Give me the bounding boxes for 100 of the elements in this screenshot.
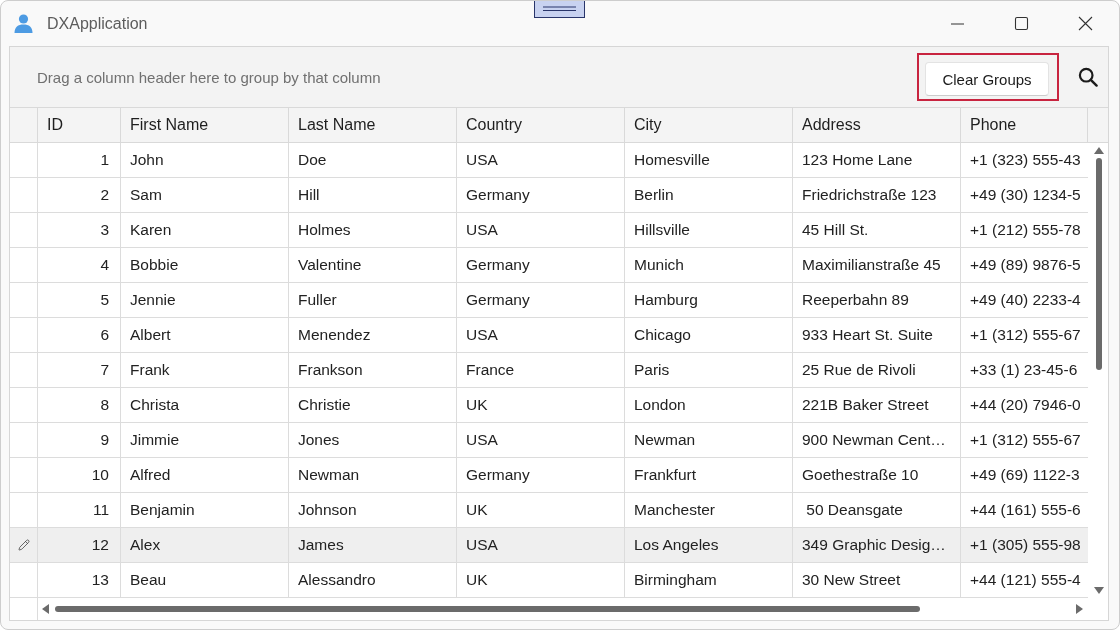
table-cell: 349 Graphic Desig… bbox=[793, 528, 961, 562]
table-cell: 3 bbox=[38, 213, 121, 247]
table-row[interactable]: 3 Karen Holmes USA Hillsville 45 Hill St. +1 (212) 555-78 bbox=[10, 213, 1088, 248]
table-cell: Christie bbox=[289, 388, 457, 422]
table-cell: Newman bbox=[289, 458, 457, 492]
table-row[interactable]: 10 Alfred Newman Germany Frankfurt Goethestraße 10 +49 (69) 1122-3 bbox=[10, 458, 1088, 493]
table-cell: UK bbox=[457, 388, 625, 422]
table-cell: Sam bbox=[121, 178, 289, 212]
scrollbar-thumb[interactable] bbox=[55, 606, 920, 612]
table-cell: 6 bbox=[38, 318, 121, 352]
maximize-icon bbox=[1013, 16, 1029, 31]
table-cell: Christa bbox=[121, 388, 289, 422]
close-icon bbox=[1077, 16, 1093, 31]
table-cell: Alessandro bbox=[289, 563, 457, 597]
column-header[interactable]: Address bbox=[793, 108, 961, 142]
table-row[interactable]: 6 Albert Menendez USA Chicago 933 Heart St. Suite +1 (312) 555-67 bbox=[10, 318, 1088, 353]
table-cell: London bbox=[625, 388, 793, 422]
table-cell: James bbox=[289, 528, 457, 562]
table-cell: Homesville bbox=[625, 143, 793, 177]
column-header[interactable]: City bbox=[625, 108, 793, 142]
table-cell: Frank bbox=[121, 353, 289, 387]
table-cell: Hill bbox=[289, 178, 457, 212]
table-cell: Hillsville bbox=[625, 213, 793, 247]
table-cell-text: +49 (40) 2233-4 bbox=[969, 290, 1082, 310]
table-row[interactable]: 4 Bobbie Valentine Germany Munich Maximilianstraße 45 +49 (89) 9876-5 bbox=[10, 248, 1088, 283]
table-cell: Goethestraße 10 bbox=[793, 458, 961, 492]
table-cell: Jimmie bbox=[121, 423, 289, 457]
table-cell: 7 bbox=[38, 353, 121, 387]
table-cell: Hamburg bbox=[625, 283, 793, 317]
table-cell-text: +44 (161) 555-6 bbox=[969, 500, 1082, 520]
table-cell: 10 bbox=[38, 458, 121, 492]
table-cell-text: +1 (323) 555-43 bbox=[969, 150, 1082, 170]
column-header[interactable]: First Name bbox=[121, 108, 289, 142]
table-cell: Holmes bbox=[289, 213, 457, 247]
table-cell: Maximilianstraße 45 bbox=[793, 248, 961, 282]
person-icon bbox=[14, 14, 33, 33]
table-cell-text: +49 (69) 1122-3 bbox=[969, 465, 1081, 485]
table-cell: Germany bbox=[457, 178, 625, 212]
scroll-left-arrow-icon[interactable] bbox=[42, 604, 49, 614]
table-cell: Paris bbox=[625, 353, 793, 387]
table-cell: Karen bbox=[121, 213, 289, 247]
group-panel-hint: Drag a column header here to group by that column bbox=[37, 68, 381, 86]
table-cell-text: +1 (212) 555-78 bbox=[969, 220, 1082, 240]
table-cell-text: +44 (20) 7946-0 bbox=[969, 395, 1082, 415]
table-cell-text: +1 (305) 555-98 bbox=[969, 535, 1082, 555]
table-cell: Friedrichstraße 123 bbox=[793, 178, 961, 212]
table-cell: Birmingham bbox=[625, 563, 793, 597]
table-cell: Albert bbox=[121, 318, 289, 352]
table-row[interactable]: 1 John Doe USA Homesville 123 Home Lane +1 (323) 555-43 bbox=[10, 143, 1088, 178]
search-icon bbox=[1078, 67, 1098, 87]
pencil-icon bbox=[17, 539, 30, 551]
table-cell: Jones bbox=[289, 423, 457, 457]
table-cell: Frankson bbox=[289, 353, 457, 387]
grip-handle-icon[interactable] bbox=[534, 1, 585, 18]
table-cell: Berlin bbox=[625, 178, 793, 212]
table-cell: USA bbox=[457, 213, 625, 247]
scroll-right-arrow-icon[interactable] bbox=[1076, 604, 1083, 614]
table-cell: UK bbox=[457, 563, 625, 597]
table-cell-text: +49 (30) 1234-5 bbox=[969, 185, 1082, 205]
table-cell: 4 bbox=[38, 248, 121, 282]
table-cell: Johnson bbox=[289, 493, 457, 527]
table-row[interactable]: 8 Christa Christie UK London 221B Baker Street +44 (20) 7946-0 bbox=[10, 388, 1088, 423]
table-cell: 1 bbox=[38, 143, 121, 177]
table-row[interactable]: 7 Frank Frankson France Paris 25 Rue de Rivoli +33 (1) 23-45-6 bbox=[10, 353, 1088, 388]
table-cell: Fuller bbox=[289, 283, 457, 317]
search-button[interactable] bbox=[1078, 67, 1098, 87]
scrollbar-thumb[interactable] bbox=[1096, 158, 1102, 370]
table-cell: 11 bbox=[38, 493, 121, 527]
table-cell-text: +1 (312) 555-67 bbox=[969, 430, 1082, 450]
column-header[interactable]: ID bbox=[38, 108, 121, 142]
table-cell: 933 Heart St. Suite bbox=[793, 318, 961, 352]
table-cell: 25 Rue de Rivoli bbox=[793, 353, 961, 387]
scroll-up-arrow-icon[interactable] bbox=[1094, 147, 1104, 154]
column-header[interactable]: Last Name bbox=[289, 108, 457, 142]
table-row[interactable]: 5 Jennie Fuller Germany Hamburg Reeperbahn 89 +49 (40) 2233-4 bbox=[10, 283, 1088, 318]
table-cell: Alfred bbox=[121, 458, 289, 492]
table-cell: 900 Newman Cent… bbox=[793, 423, 961, 457]
scroll-down-arrow-icon[interactable] bbox=[1094, 587, 1104, 594]
table-cell: 12 bbox=[38, 528, 121, 562]
table-cell: 5 bbox=[38, 283, 121, 317]
table-cell: Valentine bbox=[289, 248, 457, 282]
table-cell: USA bbox=[457, 528, 625, 562]
column-header[interactable]: Phone bbox=[961, 108, 1088, 142]
table-cell: Alex bbox=[121, 528, 289, 562]
table-cell: 13 bbox=[38, 563, 121, 597]
table-cell: Doe bbox=[289, 143, 457, 177]
table-row[interactable]: 9 Jimmie Jones USA Newman 900 Newman Cent… +1 (312) 555-67 bbox=[10, 423, 1088, 458]
table-cell: USA bbox=[457, 318, 625, 352]
table-row[interactable]: 2 Sam Hill Germany Berlin Friedrichstraße 123 +49 (30) 1234-5 bbox=[10, 178, 1088, 213]
table-cell: Newman bbox=[625, 423, 793, 457]
table-cell: Chicago bbox=[625, 318, 793, 352]
table-cell: 30 New Street bbox=[793, 563, 961, 597]
column-header[interactable]: Country bbox=[457, 108, 625, 142]
table-row[interactable]: 13 Beau Alessandro UK Birmingham 30 New Street +44 (121) 555-4 bbox=[10, 563, 1088, 598]
table-row[interactable]: 11 Benjamin Johnson UK Manchester 50 Deansgate +44 (161) 555-6 bbox=[10, 493, 1088, 528]
table-cell: Reeperbahn 89 bbox=[793, 283, 961, 317]
selected-row[interactable]: 12 Alex James USA Los Angeles 349 Graphic Desig… +1 (305) 555-98 bbox=[10, 528, 1088, 563]
table-cell: 50 Deansgate bbox=[793, 493, 961, 527]
clear-groups-button[interactable]: Clear Groups bbox=[925, 62, 1049, 96]
window-title: DXApplication bbox=[47, 14, 148, 33]
